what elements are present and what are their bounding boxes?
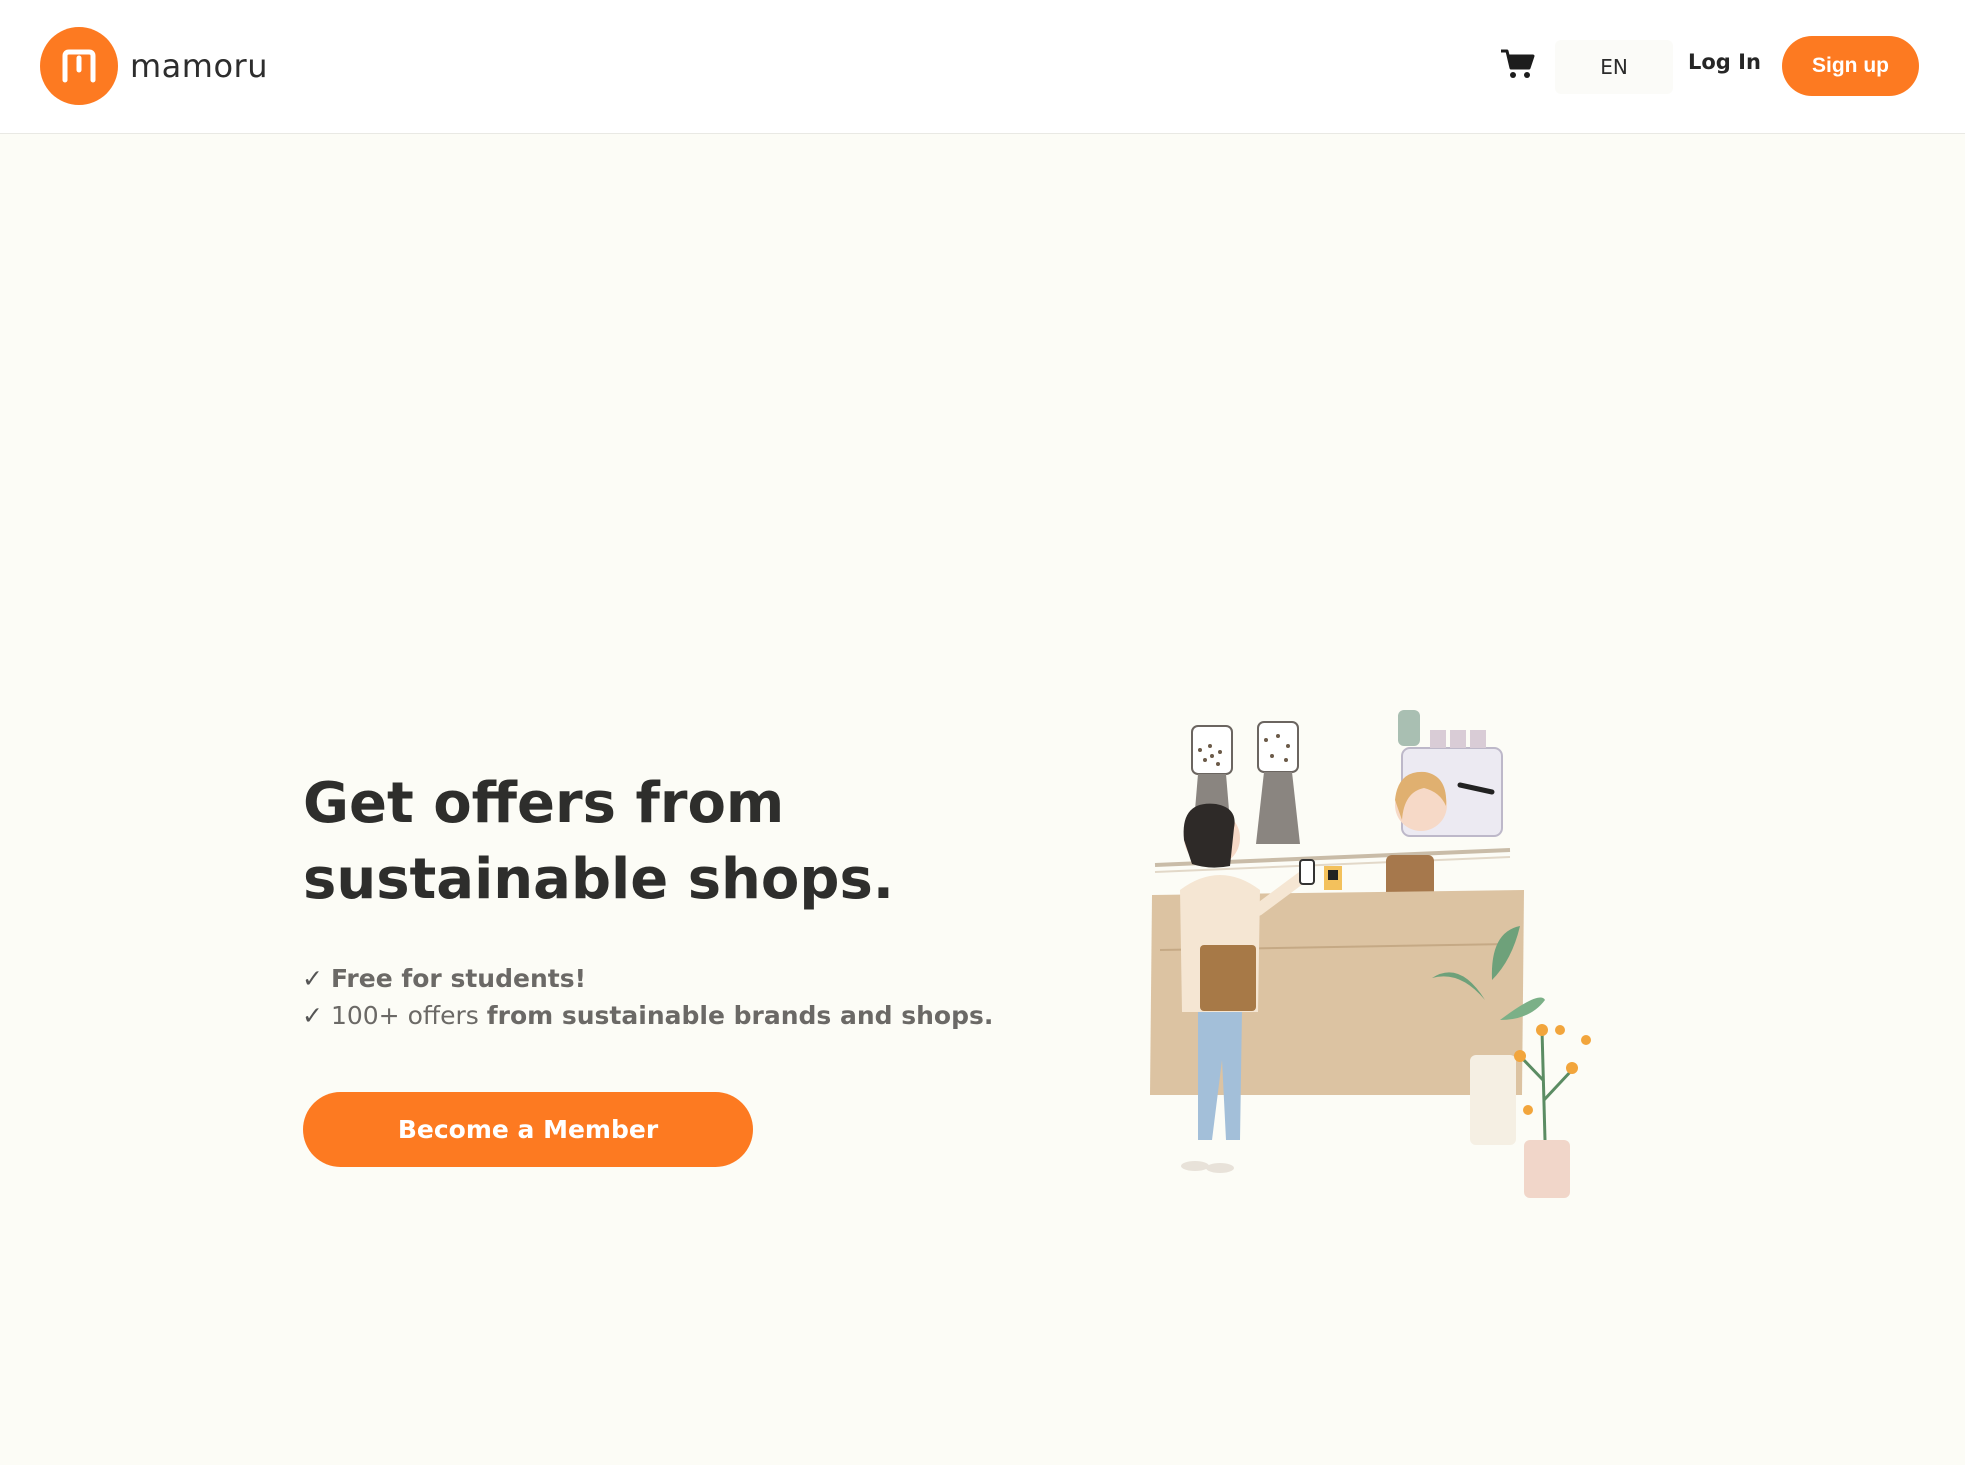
brand-name: mamoru bbox=[130, 47, 268, 85]
checkmark-icon: ✓ bbox=[302, 1001, 323, 1030]
cart-icon[interactable] bbox=[1500, 48, 1540, 82]
feature-item: ✓ 100+ offers from sustainable brands an… bbox=[302, 997, 993, 1034]
top-header: mamoru EN Log In Sign up bbox=[0, 0, 1965, 134]
language-selector[interactable]: EN bbox=[1555, 40, 1673, 94]
feature-text: Free for students! bbox=[330, 964, 586, 993]
headline-line-1: Get offers from bbox=[303, 771, 785, 836]
signup-button[interactable]: Sign up bbox=[1782, 36, 1919, 96]
feature-list: ✓ Free for students! ✓ 100+ offers from … bbox=[302, 960, 993, 1034]
feature-item: ✓ Free for students! bbox=[302, 960, 993, 997]
mamoru-logo-icon bbox=[40, 27, 118, 105]
become-member-button[interactable]: Become a Member bbox=[303, 1092, 753, 1167]
brand-link[interactable]: mamoru bbox=[40, 27, 268, 105]
coffee-grinder-right bbox=[1256, 721, 1300, 844]
headline-line-2: sustainable shops. bbox=[303, 847, 895, 912]
checkmark-icon: ✓ bbox=[302, 964, 323, 993]
hero-headline: Get offers from sustainable shops. bbox=[303, 766, 1003, 918]
feature-text-normal: 100+ offers bbox=[330, 1001, 479, 1030]
login-link[interactable]: Log In bbox=[1688, 50, 1761, 74]
feature-text: from sustainable brands and shops. bbox=[486, 1001, 994, 1030]
coffee-shop-illustration bbox=[1150, 710, 1591, 1198]
